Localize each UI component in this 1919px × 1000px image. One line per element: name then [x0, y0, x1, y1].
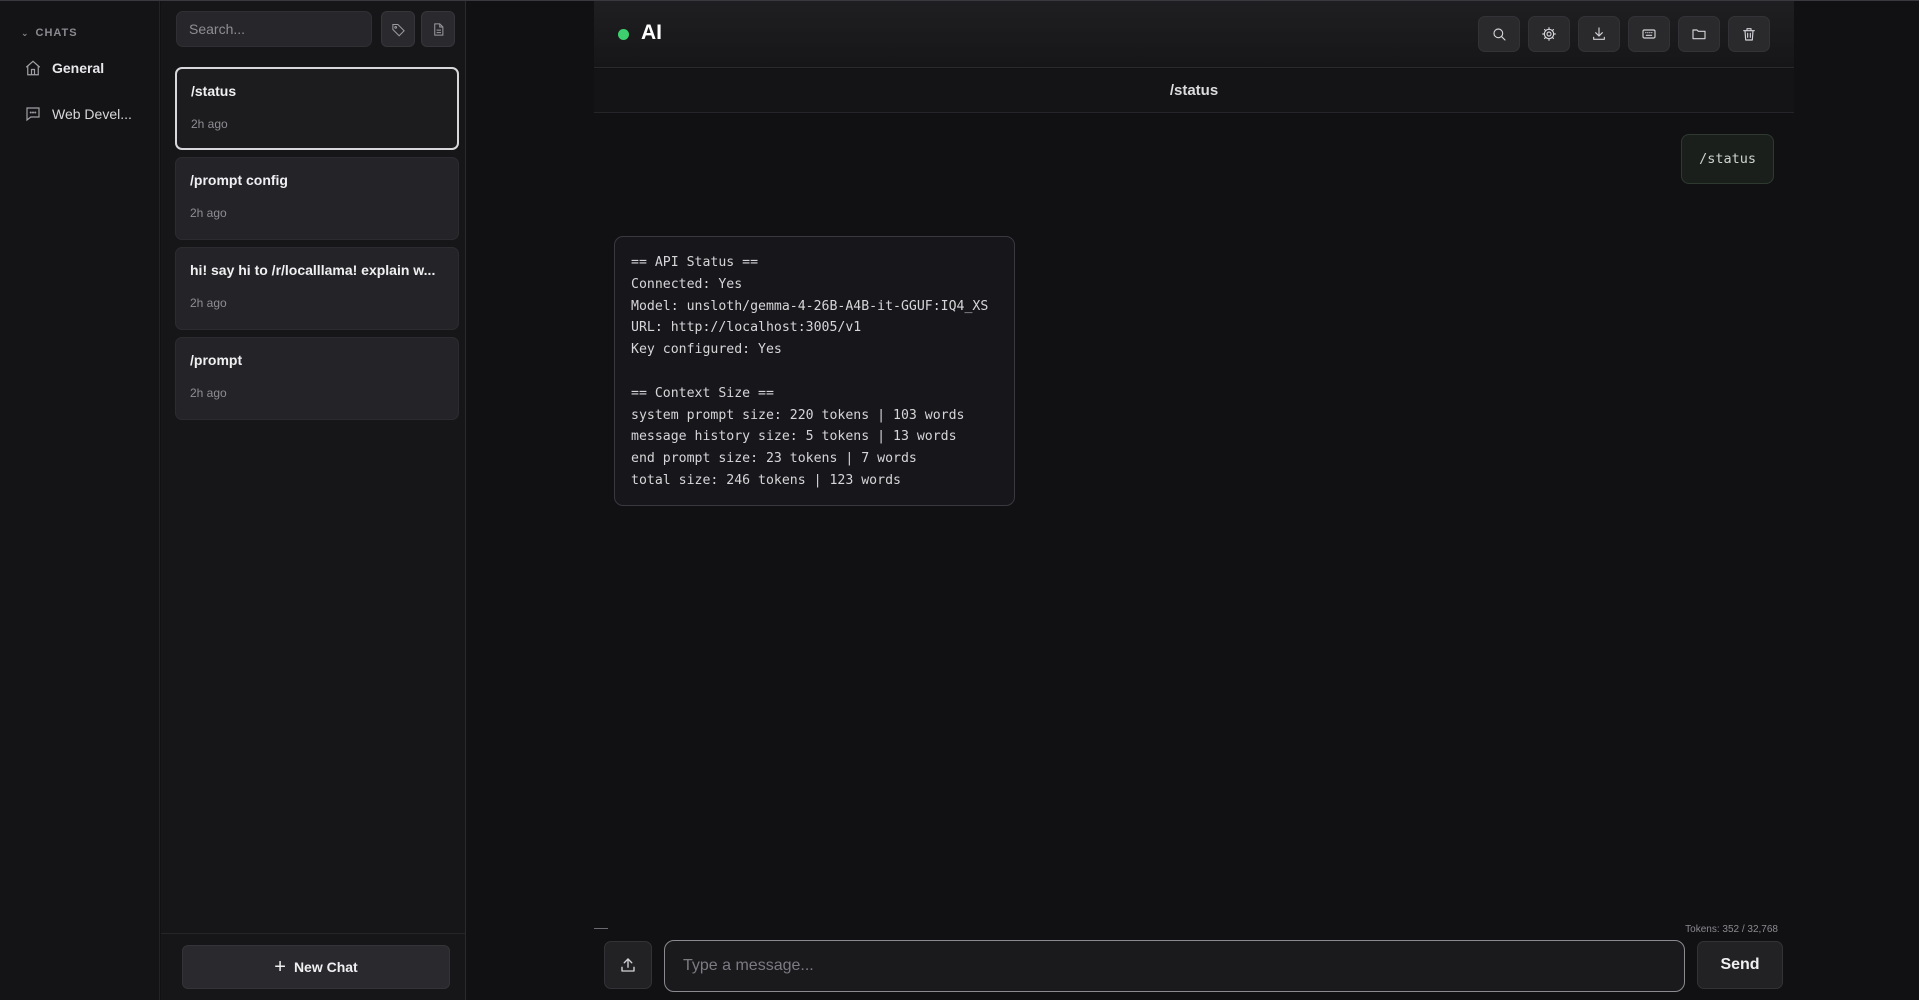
chat-time: 2h ago [190, 386, 227, 400]
nav-item-general[interactable]: General [24, 59, 104, 77]
search-button[interactable] [1478, 16, 1520, 52]
plus-icon: + [274, 956, 286, 978]
chat-time: 2h ago [190, 206, 227, 220]
keyboard-icon [1642, 29, 1656, 39]
status-indicator [618, 29, 629, 40]
chat-main: AI /status /status == API Status == Conn… [594, 1, 1794, 1000]
chat-bubble-icon [26, 107, 40, 122]
conversation-title: /status [594, 69, 1794, 113]
token-counter: Tokens: 352 / 32,768 [1685, 924, 1778, 935]
nav-item-label: Web Devel... [52, 106, 132, 122]
chevron-down-icon: ⌄ [21, 27, 30, 38]
message-input[interactable] [664, 940, 1685, 992]
chat-title: /status [191, 83, 237, 99]
nav-item-web-development[interactable]: Web Devel... [24, 105, 132, 123]
left-navigation: ⌄ CHATS General Web Devel... [0, 1, 160, 1000]
user-message: /status [1681, 134, 1774, 184]
chat-list-item[interactable]: /prompt config 2h ago [175, 157, 459, 240]
keyboard-shortcuts-button[interactable] [1628, 16, 1670, 52]
document-icon [433, 22, 443, 36]
new-chat-button[interactable]: + New Chat [182, 945, 450, 989]
trash-icon [1743, 28, 1755, 41]
notes-button[interactable] [421, 11, 455, 47]
new-chat-label: New Chat [293, 959, 358, 975]
folder-icon [1692, 29, 1706, 40]
assistant-message: == API Status == Connected: Yes Model: u… [614, 236, 1015, 506]
tags-button[interactable] [381, 11, 415, 47]
chat-list-item[interactable]: /status 2h ago [175, 67, 459, 150]
chat-time: 2h ago [190, 296, 227, 310]
gear-icon [1542, 27, 1556, 41]
chat-list-item[interactable]: /prompt 2h ago [175, 337, 459, 420]
settings-button[interactable] [1528, 16, 1570, 52]
download-icon [1593, 27, 1605, 40]
divider [594, 928, 608, 929]
chat-list-item[interactable]: hi! say hi to /r/localllama! explain w..… [175, 247, 459, 330]
chat-title: hi! say hi to /r/localllama! explain w..… [190, 262, 436, 278]
delete-chat-button[interactable] [1728, 16, 1770, 52]
open-folder-button[interactable] [1678, 16, 1720, 52]
upload-icon [621, 958, 635, 972]
app-title: AI [641, 21, 662, 44]
chat-title: /prompt config [190, 172, 288, 188]
nav-item-label: General [52, 60, 105, 76]
home-icon [25, 60, 41, 76]
download-button[interactable] [1578, 16, 1620, 52]
chats-section-header[interactable]: ⌄ CHATS [21, 27, 78, 39]
chat-header: AI [594, 1, 1794, 68]
send-button[interactable]: Send [1697, 941, 1783, 989]
search-input[interactable] [176, 11, 372, 47]
chat-title: /prompt [190, 352, 243, 368]
search-icon [1493, 28, 1506, 41]
chat-time: 2h ago [191, 117, 228, 131]
tag-icon [391, 23, 405, 36]
chat-list-panel: /status 2h ago /prompt config 2h ago hi!… [161, 1, 466, 1000]
divider [161, 933, 465, 934]
upload-button[interactable] [604, 941, 652, 989]
section-label: CHATS [35, 27, 78, 39]
